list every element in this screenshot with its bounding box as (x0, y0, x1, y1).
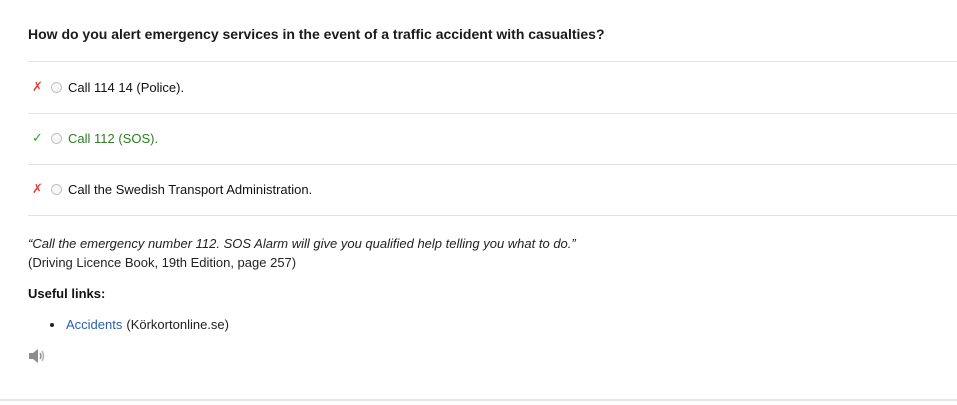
answer-option-1[interactable]: ✗ Call 114 14 (Police). (28, 62, 184, 112)
answer-text-2: Call 112 (SOS). (68, 130, 159, 146)
speaker-icon[interactable] (28, 348, 46, 364)
bottom-divider (0, 399, 957, 401)
useful-links-title: Useful links: (28, 286, 106, 301)
answer-text-1: Call 114 14 (Police). (68, 79, 185, 95)
explanation-source: (Driving Licence Book, 19th Edition, pag… (28, 255, 297, 270)
useful-links-list: Accidents (Körkortonline.se) (50, 317, 229, 332)
accidents-link[interactable]: Accidents (66, 317, 122, 332)
wrong-mark-icon: ✗ (32, 79, 43, 94)
explanation-quote: “Call the emergency number 112. SOS Alar… (28, 236, 576, 251)
bullet-icon (50, 322, 54, 327)
question-text: How do you alert emergency services in t… (28, 26, 605, 42)
divider (28, 113, 957, 114)
divider (28, 215, 957, 216)
link-source: (Körkortonline.se) (126, 317, 229, 332)
answer-option-3[interactable]: ✗ Call the Swedish Transport Administrat… (28, 164, 312, 214)
answer-option-2[interactable]: ✓ Call 112 (SOS). (28, 113, 158, 163)
list-item: Accidents (Körkortonline.se) (50, 317, 229, 332)
answer-radio-2[interactable] (51, 132, 62, 144)
answer-text-3: Call the Swedish Transport Administratio… (68, 181, 313, 197)
wrong-mark-icon: ✗ (32, 181, 43, 196)
speaker-icon-graphic (29, 349, 45, 363)
answer-radio-3[interactable] (51, 183, 62, 195)
answer-radio-1[interactable] (51, 81, 62, 93)
correct-check-icon: ✓ (32, 130, 43, 145)
